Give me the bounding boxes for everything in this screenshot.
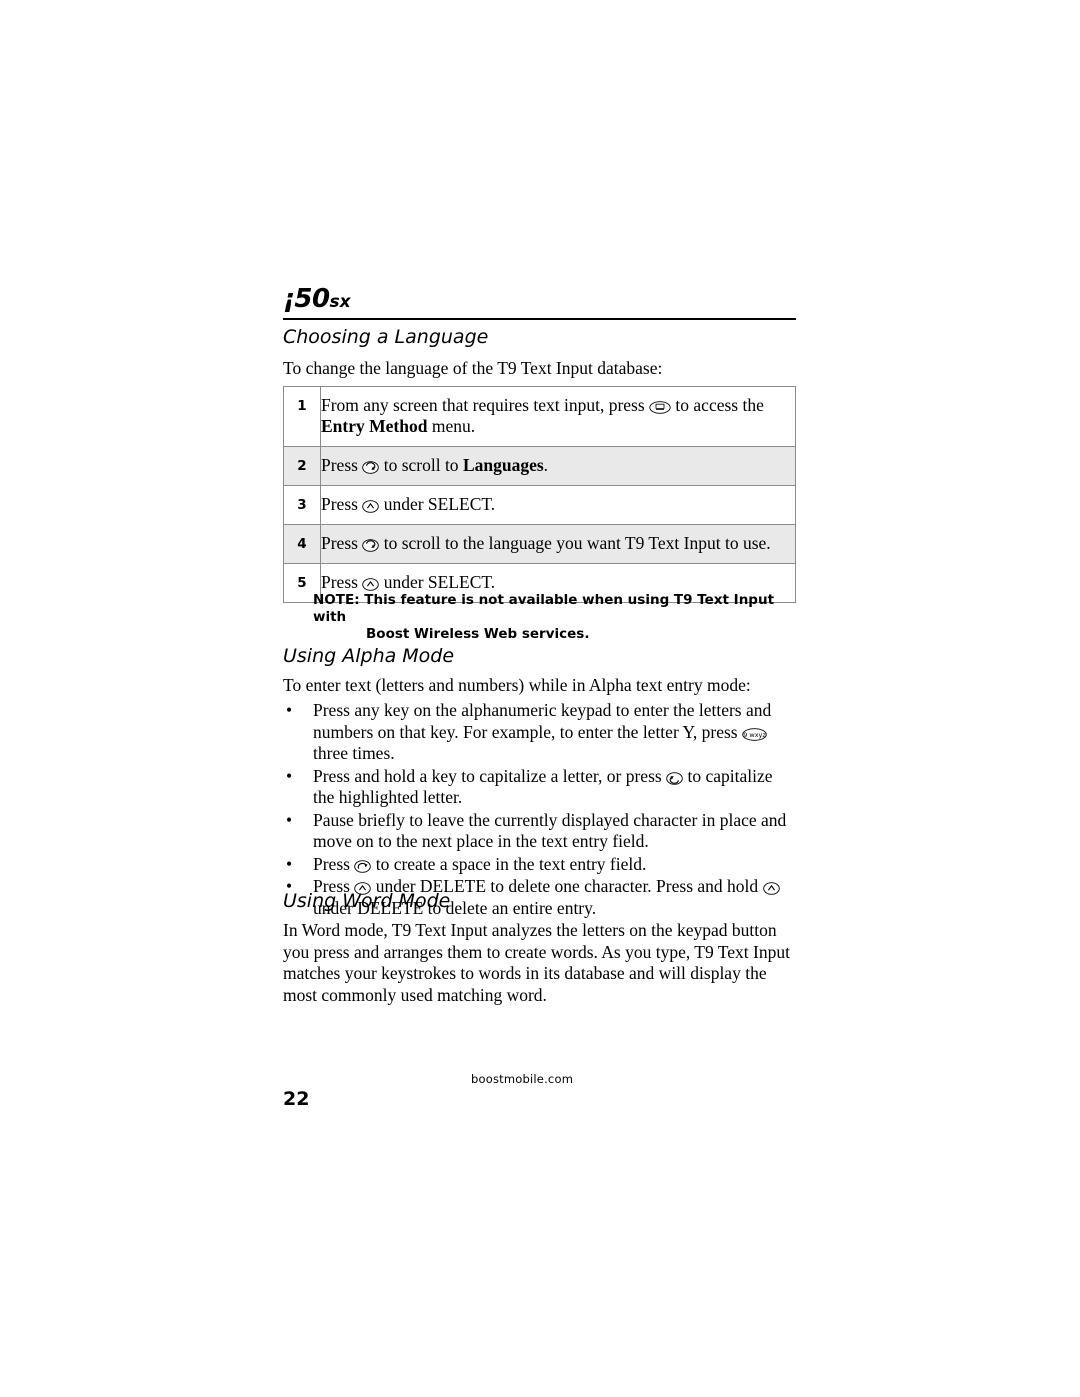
step-text-mid: to access the <box>671 395 764 415</box>
table-row: 2 Press to scroll to Languages. <box>283 446 796 486</box>
footer-url: boostmobile.com <box>471 1072 574 1086</box>
paragraph-word-mode: In Word mode, T9 Text Input analyzes the… <box>283 920 790 1005</box>
step-text-post: . <box>543 455 549 475</box>
step-text-pre: Press <box>321 572 363 592</box>
page-header: ¡50sx <box>283 286 796 312</box>
step-text-pre: Press <box>321 494 363 514</box>
step-text-bold: Entry Method <box>321 416 428 436</box>
bullet-text-pre: Press <box>313 853 355 874</box>
bullet-dot-icon: • <box>286 700 293 720</box>
step-text: From any screen that requires text input… <box>320 386 796 447</box>
steps-table-choosing-language: 1 From any screen that requires text inp… <box>283 386 796 603</box>
list-item: • Press and hold a key to capitalize a le… <box>283 766 798 809</box>
table-row: 1 From any screen that requires text inp… <box>283 386 796 447</box>
product-model-title: ¡50sx <box>283 286 796 312</box>
menu-key-icon <box>649 401 671 414</box>
bullet-dot-icon: • <box>286 809 293 830</box>
step-number: 1 <box>283 386 321 447</box>
bullet-text-pre: Pause briefly to leave the currently dis… <box>313 809 787 852</box>
step-text: Press to scroll to Languages. <box>320 446 796 486</box>
step-text: Press under SELECT. <box>320 485 796 525</box>
bullet-text-post: to create a space in the text entry fiel… <box>371 853 647 874</box>
heading-choosing-a-language: Choosing a Language <box>283 326 489 348</box>
nine-key-icon: 9 wxyz <box>742 727 767 741</box>
softkey-a-icon <box>362 578 380 591</box>
step-text-mid: to scroll to the language you want T9 Te… <box>379 533 771 553</box>
step-text-pre: From any screen that requires text input… <box>321 395 650 415</box>
list-item: • Pause briefly to leave the currently di… <box>283 810 798 853</box>
step-text-mid: to scroll to <box>379 455 463 475</box>
heading-using-word-mode: Using Word Mode <box>283 890 451 912</box>
softkey-a-icon-2 <box>762 882 780 895</box>
note-line-2: Boost Wireless Web services. <box>366 626 590 642</box>
nav-right-key-icon <box>354 859 372 873</box>
heading-using-alpha-mode: Using Alpha Mode <box>283 645 455 667</box>
bullet-dot-icon: • <box>286 765 293 786</box>
note-line-1: NOTE: This feature is not available when… <box>313 592 775 625</box>
nav-down-key-icon <box>362 461 380 474</box>
svg-text:9 wxyz: 9 wxyz <box>743 731 766 739</box>
nav-up-key-icon <box>666 771 683 785</box>
step-number: 2 <box>283 446 321 486</box>
nav-down-key-icon <box>362 539 380 552</box>
table-row: 3 Press under SELECT. <box>283 485 796 525</box>
header-divider <box>283 318 796 320</box>
list-item: • Press any key on the alphanumeric keypa… <box>283 700 798 765</box>
bullet-text-pre: Press and hold a key to capitalize a let… <box>313 765 667 786</box>
step-text-pre: Press <box>321 455 363 475</box>
model-suffix: sx <box>329 292 351 312</box>
paragraph-alpha-intro: To enter text (letters and numbers) whil… <box>283 675 751 695</box>
step-text-post: menu. <box>427 416 476 436</box>
list-item: • Press to create a space in the text ent… <box>283 854 798 876</box>
step-text-pre: Press <box>321 533 363 553</box>
step-text-mid: under SELECT. <box>379 572 496 592</box>
step-number: 4 <box>283 524 321 564</box>
table-row: 4 Press to scroll to the language you wa… <box>283 524 796 564</box>
bullet-list-alpha-mode: • Press any key on the alphanumeric keypa… <box>283 700 798 920</box>
step-text-bold: Languages <box>462 455 544 475</box>
document-page: ¡50sx Choosing a Language To change the … <box>0 0 1080 1397</box>
step-text: Press to scroll to the language you want… <box>320 524 796 564</box>
paragraph-choosing-intro: To change the language of the T9 Text In… <box>283 358 663 378</box>
bullet-text-pre: Press any key on the alphanumeric keypad… <box>313 700 772 742</box>
page-number: 22 <box>283 1088 310 1110</box>
bullet-text-post: three times. <box>313 743 395 763</box>
model-base: ¡50 <box>283 284 330 314</box>
step-number: 3 <box>283 485 321 525</box>
softkey-a-icon <box>362 500 380 513</box>
note-block: NOTE: This feature is not available when… <box>313 592 793 643</box>
step-text-mid: under SELECT. <box>379 494 496 514</box>
bullet-dot-icon: • <box>286 853 293 874</box>
